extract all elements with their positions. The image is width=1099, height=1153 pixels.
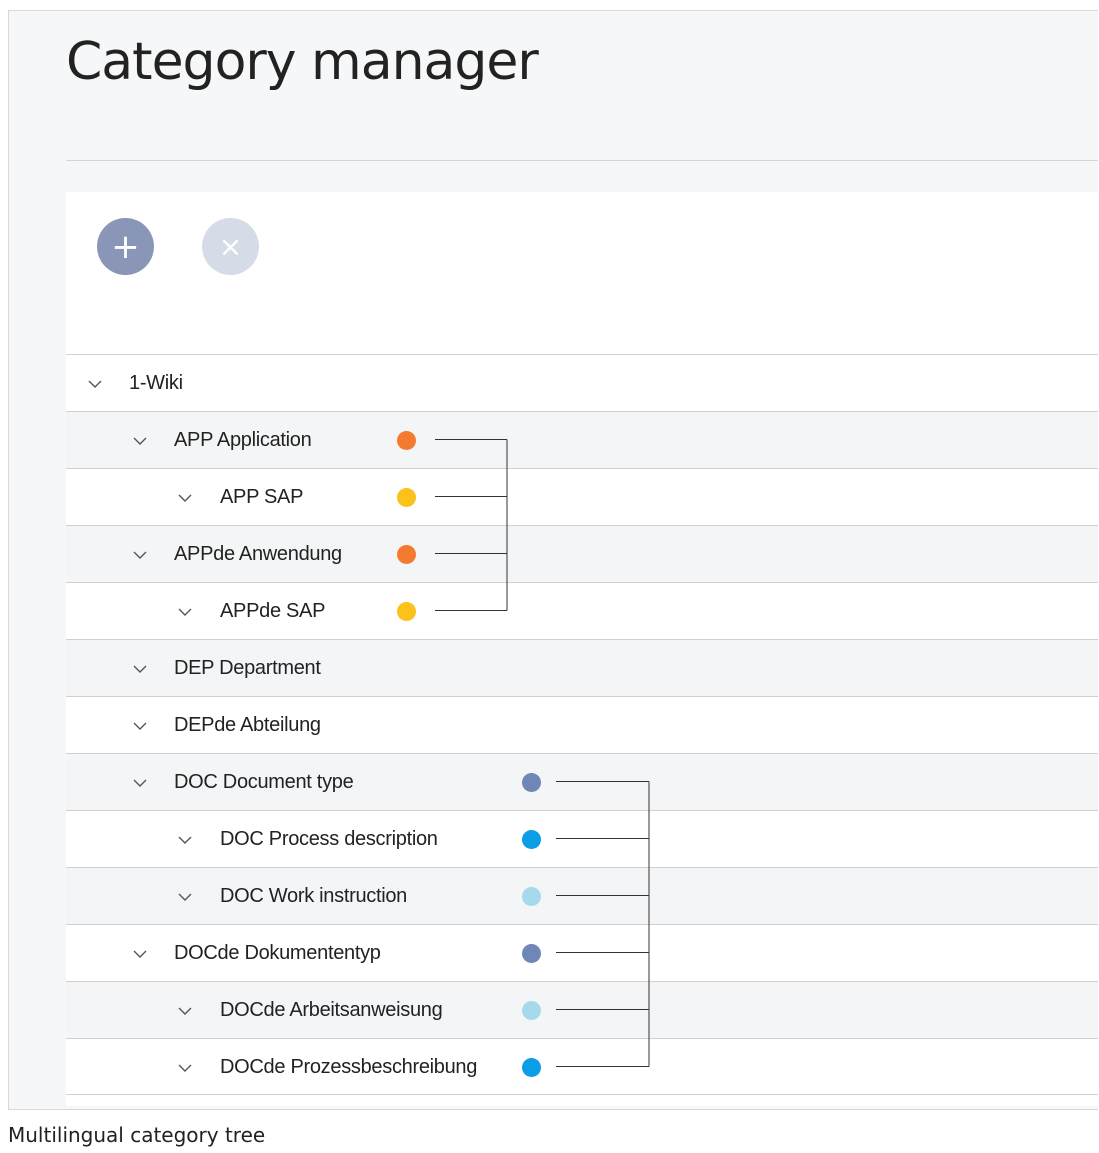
tree-row[interactable]: APP Application [66,411,1098,468]
tree-row-label: 1-Wiki [129,372,183,394]
category-color-dot [522,830,541,849]
tree-row-label: APPde Anwendung [174,543,342,565]
category-tree-panel: + × 1-Wiki APP Application APP SAP APPde An… [66,192,1098,1106]
category-color-dot [522,1058,541,1077]
plus-icon: + [111,226,140,267]
tree-row[interactable]: DOC Work instruction [66,867,1098,924]
tree-row[interactable]: DOCde Arbeitsanweisung [66,981,1098,1038]
tree-row[interactable]: DOCde Dokumententyp [66,924,1098,981]
tree-row-label: DOC Document type [174,771,354,793]
figure-caption: Multilingual category tree [8,1123,266,1147]
chevron-down-icon[interactable] [178,491,192,505]
tree-row-label: DEP Department [174,657,321,679]
tree-row[interactable]: DOC Document type [66,753,1098,810]
chevron-down-icon[interactable] [133,434,147,448]
chevron-down-icon[interactable] [178,1004,192,1018]
tree-row-label: DOC Process description [220,828,438,850]
category-color-dot [397,488,416,507]
chevron-down-icon[interactable] [88,377,102,391]
tree-row[interactable]: APPde SAP [66,582,1098,639]
tree-row-label: DOCde Arbeitsanweisung [220,999,443,1021]
tree-row[interactable]: APP SAP [66,468,1098,525]
tree-row-label: DEPde Abteilung [174,714,321,736]
category-color-dot [522,887,541,906]
tree-row-label: APP Application [174,429,312,451]
tree-row[interactable]: APPde Anwendung [66,525,1098,582]
close-icon: × [218,230,243,263]
category-color-dot [397,431,416,450]
tree-row-label: APPde SAP [220,600,326,622]
chevron-down-icon[interactable] [133,548,147,562]
tree-row[interactable]: DOC Process description [66,810,1098,867]
chevron-down-icon[interactable] [178,605,192,619]
title-divider [66,160,1098,161]
tree-row[interactable]: 1-Wiki [66,354,1098,411]
tree-row[interactable]: DEP Department [66,639,1098,696]
category-tree: 1-Wiki APP Application APP SAP APPde Anwend… [66,354,1098,1095]
chevron-down-icon[interactable] [133,776,147,790]
category-color-dot [522,944,541,963]
tree-row[interactable]: DOCde Prozessbeschreibung [66,1038,1098,1095]
tree-row-label: DOCde Dokumententyp [174,942,381,964]
tree-row-label: DOC Work instruction [220,885,408,907]
chevron-down-icon[interactable] [133,947,147,961]
category-color-dot [397,602,416,621]
chevron-down-icon[interactable] [133,662,147,676]
category-color-dot [397,545,416,564]
add-category-button[interactable]: + [97,218,154,275]
tree-row-label: APP SAP [220,486,304,508]
tree-row[interactable]: DEPde Abteilung [66,696,1098,753]
chevron-down-icon[interactable] [178,890,192,904]
remove-category-button[interactable]: × [202,218,259,275]
page-title: Category manager [66,32,539,92]
category-color-dot [522,1001,541,1020]
tree-row-label: DOCde Prozessbeschreibung [220,1056,478,1078]
chevron-down-icon[interactable] [178,833,192,847]
category-color-dot [522,773,541,792]
chevron-down-icon[interactable] [133,719,147,733]
chevron-down-icon[interactable] [178,1061,192,1075]
